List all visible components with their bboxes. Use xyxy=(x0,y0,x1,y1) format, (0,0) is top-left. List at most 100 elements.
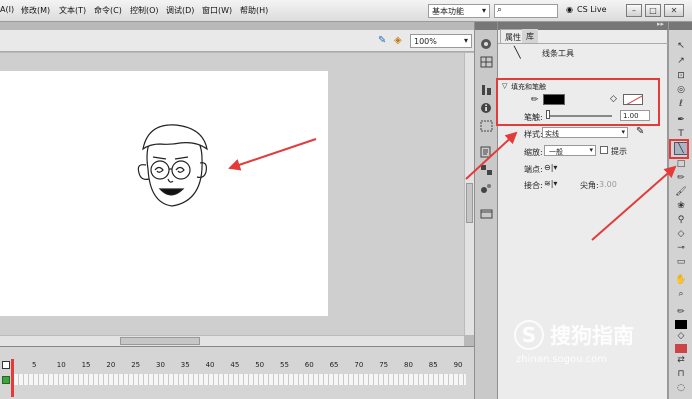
scroll-thumb[interactable] xyxy=(466,183,473,223)
style-select[interactable]: 实线 ▾ xyxy=(542,127,628,138)
transform-icon[interactable] xyxy=(480,120,493,132)
menu-debug[interactable]: 调试(D) xyxy=(166,5,194,16)
free-transform-tool-icon[interactable]: ⊡ xyxy=(674,70,688,83)
paint-bucket-tool-icon[interactable]: ◇ xyxy=(674,228,688,241)
minimize-button[interactable]: – xyxy=(626,4,642,17)
snap-icon[interactable]: ⊓ xyxy=(674,368,688,381)
menu-commands[interactable]: 命令(C) xyxy=(94,5,122,16)
movie-explorer-icon[interactable] xyxy=(480,208,493,220)
frame-number: 45 xyxy=(230,361,240,369)
pencil-tool-icon[interactable]: ✏ xyxy=(674,172,688,185)
frame-number: 35 xyxy=(180,361,190,369)
search-icon: ⌕ xyxy=(497,5,503,15)
menu-control[interactable]: 控制(O) xyxy=(130,5,159,16)
collapse-icon[interactable]: ▸▸ xyxy=(657,20,664,28)
frame-number: 50 xyxy=(255,361,265,369)
menu-insert[interactable]: A(I) xyxy=(0,5,14,14)
menu-window[interactable]: 窗口(W) xyxy=(202,5,232,16)
scale-select[interactable]: 一般 ▾ xyxy=(544,145,596,156)
pen-tool-icon[interactable]: ✒ xyxy=(674,114,688,127)
frame-ruler: 5 10 15 20 25 30 35 40 45 50 55 60 65 70 75 80 85 90 xyxy=(14,361,469,371)
cap-label: 端点: xyxy=(524,165,543,174)
hint-label: 提示 xyxy=(611,147,627,156)
subselection-tool-icon[interactable]: ↗ xyxy=(674,55,688,68)
collapsed-panels-column xyxy=(474,22,498,399)
stroke-color-well[interactable] xyxy=(675,320,687,329)
info-icon[interactable] xyxy=(480,102,493,114)
chevron-down-icon: ▾ xyxy=(481,6,486,15)
scale-label: 缩放: xyxy=(524,148,543,157)
3d-rotation-tool-icon[interactable]: ◎ xyxy=(674,84,688,97)
tab-library[interactable]: 库 xyxy=(522,29,538,43)
motion-presets-icon[interactable] xyxy=(480,182,493,194)
hint-checkbox[interactable] xyxy=(600,146,608,154)
menu-help[interactable]: 帮助(H) xyxy=(240,5,268,16)
frame-number: 90 xyxy=(453,361,463,369)
bone-tool-icon[interactable]: ⚲ xyxy=(674,214,688,227)
lasso-tool-icon[interactable]: ℓ xyxy=(674,98,688,111)
workspace-dropdown[interactable]: 基本功能 ▾ xyxy=(428,4,490,18)
color-panel-icon[interactable] xyxy=(480,38,493,50)
stroke-color-tool-icon[interactable]: ✏ xyxy=(674,306,688,319)
search-field[interactable]: ⌕ xyxy=(494,4,558,18)
align-icon[interactable] xyxy=(480,84,493,96)
maximize-button[interactable]: □ xyxy=(645,4,661,17)
watermark-url: zhinan.sogou.com xyxy=(516,354,608,365)
cartoon-face-drawing[interactable] xyxy=(0,71,328,316)
selection-tool-icon[interactable]: ↖ xyxy=(674,40,688,53)
frame-cells[interactable] xyxy=(14,374,466,385)
menu-text[interactable]: 文本(T) xyxy=(59,5,86,16)
brush-tool-icon[interactable]: 🖌 xyxy=(674,186,688,199)
style-value: 实线 xyxy=(545,130,559,138)
zoom-tool-icon[interactable]: ⌕ xyxy=(674,288,688,301)
frame-number: 55 xyxy=(280,361,289,369)
tab-library-label: 库 xyxy=(526,32,534,41)
stage-area[interactable] xyxy=(0,53,464,335)
chevron-down-icon: ▾ xyxy=(463,36,468,45)
stage-canvas[interactable] xyxy=(0,71,328,316)
edit-symbols-icon[interactable]: ✎ xyxy=(378,35,386,46)
zoom-select[interactable]: 100% ▾ xyxy=(410,34,472,48)
watermark-brand: 搜狗指南 xyxy=(550,324,634,348)
eraser-tool-icon[interactable]: ▭ xyxy=(674,256,688,269)
fill-color-well[interactable] xyxy=(675,344,687,353)
deco-tool-icon[interactable]: ❀ xyxy=(674,200,688,213)
hand-tool-icon[interactable]: ✋ xyxy=(674,274,688,287)
join-select[interactable]: ≋|▾ xyxy=(544,179,557,188)
frame-number: 75 xyxy=(379,361,389,369)
frame-number: 10 xyxy=(56,361,66,369)
style-label: 样式: xyxy=(524,130,543,139)
tab-properties-label: 属性 xyxy=(505,33,521,42)
close-button[interactable]: ✕ xyxy=(664,4,684,17)
components-icon[interactable] xyxy=(480,164,493,176)
watermark: S 搜狗指南 zhinan.sogou.com xyxy=(514,318,664,368)
stage-vertical-scrollbar[interactable] xyxy=(464,53,474,335)
cs-live-icon[interactable]: ◉ xyxy=(566,5,573,14)
swatches-icon[interactable] xyxy=(480,56,493,68)
frame-number: 60 xyxy=(304,361,314,369)
layer-color-icon[interactable] xyxy=(2,376,10,384)
menu-modify[interactable]: 修改(M) xyxy=(21,5,50,16)
scroll-thumb[interactable] xyxy=(120,337,200,345)
outline-toggle-icon[interactable] xyxy=(2,361,10,369)
smooth-icon[interactable]: ◌ xyxy=(674,382,688,395)
frame-number: 20 xyxy=(106,361,116,369)
miter-label: 尖角: xyxy=(580,181,599,190)
chevron-down-icon: ▾ xyxy=(621,128,625,136)
edit-scene-icon[interactable]: ◈ xyxy=(394,35,402,46)
timeline-panel: 5 10 15 20 25 30 35 40 45 50 55 60 65 70 75 80 85 90 xyxy=(0,346,474,399)
cs-live-label[interactable]: CS Live xyxy=(577,5,607,14)
eyedropper-tool-icon[interactable]: ⊸ xyxy=(674,242,688,255)
cap-select[interactable]: ⊖|▾ xyxy=(544,163,557,172)
tool-name: 线条工具 xyxy=(542,49,574,58)
code-snippets-icon[interactable] xyxy=(480,146,493,158)
edit-stroke-style-icon[interactable]: ✎ xyxy=(636,126,644,137)
stage-horizontal-scrollbar[interactable] xyxy=(0,335,464,346)
miter-value[interactable]: 3.00 xyxy=(599,180,617,189)
fill-color-tool-icon[interactable]: ◇ xyxy=(674,330,688,343)
frame-number: 5 xyxy=(32,361,37,369)
stage-toolbar: ✎ ◈ 100% ▾ xyxy=(0,30,474,52)
swap-colors-icon[interactable]: ⇄ xyxy=(674,354,688,367)
rectangle-tool-icon[interactable]: □ xyxy=(674,158,688,171)
frame-number: 25 xyxy=(131,361,141,369)
